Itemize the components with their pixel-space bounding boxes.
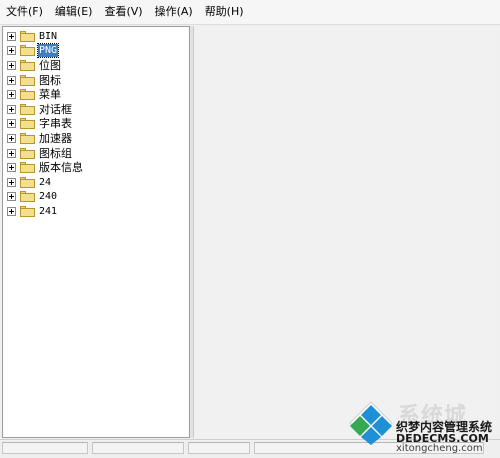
plus-box-icon[interactable]	[7, 133, 16, 143]
menu-help[interactable]: 帮助(H)	[199, 0, 250, 24]
plus-box-icon[interactable]	[7, 148, 16, 158]
folder-icon	[20, 74, 35, 86]
folder-icon	[20, 89, 35, 101]
tree-item-label: BIN	[39, 30, 58, 42]
tree-item-label: 240	[39, 191, 58, 203]
plus-box-icon[interactable]	[7, 75, 16, 85]
status-cell-3	[188, 442, 250, 454]
folder-icon	[20, 147, 35, 159]
folder-icon	[20, 132, 35, 144]
tree-item-label: 版本信息	[39, 161, 83, 175]
folder-icon	[20, 176, 35, 188]
tree-item[interactable]: 24	[7, 175, 189, 190]
folder-icon	[20, 118, 35, 130]
tree-item-label: 图标组	[39, 146, 72, 160]
plus-box-icon[interactable]	[7, 60, 16, 70]
menu-edit[interactable]: 编辑(E)	[49, 0, 99, 24]
tree-item[interactable]: 241	[7, 204, 189, 219]
plus-box-icon[interactable]	[7, 192, 16, 202]
plus-box-icon[interactable]	[7, 119, 16, 129]
resource-tree: BIN PNG 位图 图标 菜单 对话框 字串表 加速器 图标组 版本信息 24 240 241	[3, 27, 189, 219]
content-pane	[193, 26, 498, 438]
watermark-site: xitongcheng.com	[396, 443, 483, 454]
tree-item[interactable]: 240	[7, 190, 189, 205]
menu-bar: 文件(F) 编辑(E) 查看(V) 操作(A) 帮助(H)	[0, 0, 500, 25]
plus-box-icon[interactable]	[7, 177, 16, 187]
folder-icon	[20, 103, 35, 115]
tree-item[interactable]: 图标组	[7, 146, 189, 161]
folder-icon	[20, 45, 35, 57]
menu-action[interactable]: 操作(A)	[149, 0, 199, 24]
app-window: 文件(F) 编辑(E) 查看(V) 操作(A) 帮助(H) BIN PNG 位图 图标…	[0, 0, 500, 458]
tree-item[interactable]: 对话框	[7, 102, 189, 117]
tree-item-label: 24	[39, 176, 52, 188]
plus-box-icon[interactable]	[7, 90, 16, 100]
tree-item-label: 字串表	[39, 117, 72, 131]
tree-item-label: 对话框	[39, 102, 72, 116]
folder-icon	[20, 59, 35, 71]
tree-item[interactable]: BIN	[7, 29, 189, 44]
menu-file[interactable]: 文件(F)	[0, 0, 49, 24]
plus-box-icon[interactable]	[7, 31, 16, 41]
plus-box-icon[interactable]	[7, 104, 16, 114]
watermark: 系统城 织梦内容管理系统 DEDECMS.COM xitongcheng.com	[344, 396, 498, 456]
tree-item-label: 加速器	[39, 131, 72, 145]
tree-item-label: 241	[39, 205, 58, 217]
folder-icon	[20, 191, 35, 203]
folder-icon	[20, 30, 35, 42]
plus-box-icon[interactable]	[7, 163, 16, 173]
tree-item[interactable]: 加速器	[7, 131, 189, 146]
tree-item[interactable]: 版本信息	[7, 160, 189, 175]
status-cell-1	[2, 442, 88, 454]
menu-view[interactable]: 查看(V)	[98, 0, 148, 24]
tree-item-label: 图标	[39, 73, 61, 87]
status-cell-2	[92, 442, 184, 454]
tree-item-label: 位图	[39, 58, 61, 72]
tree-item[interactable]: 位图	[7, 58, 189, 73]
folder-icon	[20, 162, 35, 174]
tree-item-label: PNG	[36, 43, 60, 59]
tree-item[interactable]: 字串表	[7, 117, 189, 132]
tree-item-label: 菜单	[39, 88, 61, 102]
tree-item[interactable]: 菜单	[7, 87, 189, 102]
folder-icon	[20, 205, 35, 217]
resource-tree-pane[interactable]: BIN PNG 位图 图标 菜单 对话框 字串表 加速器 图标组 版本信息 24 240 241	[2, 26, 190, 438]
tree-item[interactable]: 图标	[7, 73, 189, 88]
plus-box-icon[interactable]	[7, 206, 16, 216]
tree-item[interactable]: PNG	[7, 43, 189, 59]
watermark-logo-icon	[349, 401, 393, 445]
plus-box-icon[interactable]	[7, 46, 16, 56]
